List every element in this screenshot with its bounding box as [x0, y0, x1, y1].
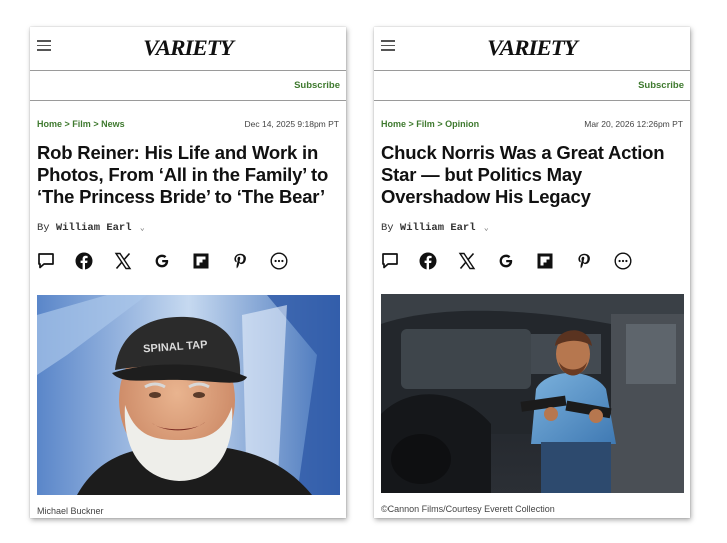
article-headline: Chuck Norris Was a Great Action Star — b… [381, 142, 665, 207]
subscribe-link[interactable]: Subscribe [638, 80, 684, 91]
comment-icon[interactable] [37, 252, 55, 270]
byline: By William Earl ⌄ [381, 222, 489, 234]
breadcrumb-home[interactable]: Home [37, 119, 62, 129]
breadcrumb-separator: > [93, 119, 102, 129]
publish-date: Dec 14, 2025 9:18pm PT [244, 119, 339, 129]
variety-logo[interactable]: VARIETY [374, 35, 690, 61]
pinterest-icon[interactable] [575, 252, 593, 270]
byline-prefix: By [37, 222, 56, 234]
subheader-divider [30, 100, 346, 101]
breadcrumb: Home > Film > Opinion [381, 119, 479, 129]
subscribe-link[interactable]: Subscribe [294, 80, 340, 91]
site-header: VARIETY [30, 27, 346, 70]
breadcrumb-news[interactable]: News [101, 119, 125, 129]
facebook-icon[interactable] [75, 252, 93, 270]
breadcrumb-home[interactable]: Home [381, 119, 406, 129]
byline-prefix: By [381, 222, 400, 234]
author-name[interactable]: William Earl [56, 222, 138, 234]
chevron-down-icon[interactable]: ⌄ [484, 224, 489, 233]
more-icon[interactable] [614, 252, 632, 270]
chevron-down-icon[interactable]: ⌄ [140, 224, 145, 233]
article-headline: Rob Reiner: His Life and Work in Photos,… [37, 142, 329, 207]
google-icon[interactable] [153, 252, 171, 270]
pinterest-icon[interactable] [231, 252, 249, 270]
subheader-divider [374, 100, 690, 101]
google-icon[interactable] [497, 252, 515, 270]
portrait-image: SPINAL TAP [37, 295, 340, 495]
flipboard-icon[interactable] [536, 252, 554, 270]
x-icon[interactable] [458, 252, 476, 270]
flipboard-icon[interactable] [192, 252, 210, 270]
header-divider [30, 70, 346, 71]
photo-caption: ©Cannon Films/Courtesy Everett Collectio… [381, 504, 555, 514]
breadcrumb-film[interactable]: Film [416, 119, 435, 129]
x-icon[interactable] [114, 252, 132, 270]
article-card-chuck-norris: VARIETY Subscribe Home > Film > Opinion … [374, 27, 690, 518]
article-photo[interactable]: SPINAL TAP [37, 295, 340, 495]
article-card-rob-reiner: VARIETY Subscribe Home > Film > News Dec… [30, 27, 346, 518]
header-divider [374, 70, 690, 71]
variety-logo[interactable]: VARIETY [30, 35, 346, 61]
photo-caption: Michael Buckner [37, 506, 104, 516]
breadcrumb: Home > Film > News [37, 119, 125, 129]
breadcrumb-separator: > [437, 119, 446, 129]
article-photo[interactable] [381, 294, 684, 493]
publish-date: Mar 20, 2026 12:26pm PT [584, 119, 683, 129]
breadcrumb-opinion[interactable]: Opinion [445, 119, 479, 129]
author-name[interactable]: William Earl [400, 222, 482, 234]
comment-icon[interactable] [381, 252, 399, 270]
facebook-icon[interactable] [419, 252, 437, 270]
more-icon[interactable] [270, 252, 288, 270]
byline: By William Earl ⌄ [37, 222, 145, 234]
site-header: VARIETY [374, 27, 690, 70]
action-still-image [381, 294, 684, 493]
breadcrumb-film[interactable]: Film [72, 119, 91, 129]
